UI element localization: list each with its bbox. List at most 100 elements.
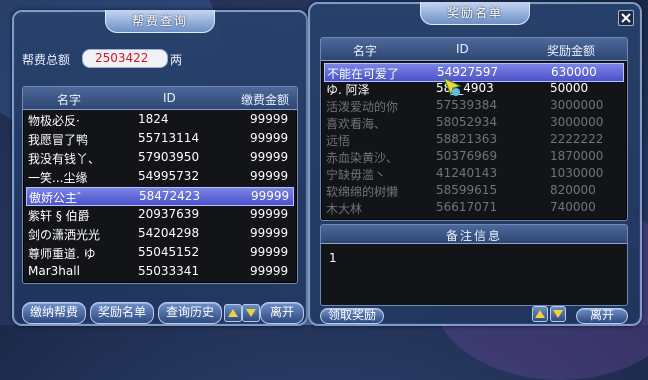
item-name: 软绵绵的树懒 — [326, 185, 399, 199]
item-amount: 99999 — [250, 264, 289, 278]
item-name: 尊师重道. ゆ — [28, 247, 96, 261]
list-item[interactable]: 傲娇公主゛ 58472423 99999 — [26, 187, 294, 206]
cursor-icon — [443, 76, 462, 97]
total-fee-value: 2503422 — [95, 51, 149, 65]
item-id: 58599615 — [436, 183, 498, 197]
item-amount: 3000000 — [550, 115, 604, 129]
item-id: 55033341 — [138, 264, 200, 278]
list-item[interactable]: 物极必反· 1824 99999 — [26, 111, 294, 128]
item-id: 41240143 — [436, 166, 498, 180]
column-header-name: 名字 — [353, 44, 378, 58]
item-amount: 3000000 — [550, 98, 604, 112]
column-header-name: 名字 — [57, 93, 82, 107]
list-item[interactable]: ゆ. 阿泽 58__4903 50000 — [324, 80, 624, 97]
notes-value: 1 — [329, 251, 337, 265]
list-item[interactable]: 我没有钱丫、 57903950 99999 — [26, 149, 294, 166]
item-amount: 99999 — [250, 207, 289, 221]
scroll-down-button[interactable] — [242, 304, 260, 322]
item-name: 物极必反· — [28, 114, 80, 128]
item-amount: 99999 — [251, 189, 290, 203]
item-name: ゆ. 阿泽 — [326, 83, 370, 97]
leave-button[interactable]: 离开 — [576, 308, 628, 324]
column-header-amount: 缴费金额 — [241, 93, 290, 107]
item-amount: 99999 — [250, 169, 289, 183]
item-amount: 820000 — [550, 183, 596, 197]
close-button[interactable] — [618, 10, 634, 26]
list-item[interactable]: 宁缺毋滥丶 41240143 1030000 — [324, 165, 624, 182]
arrow-down-icon — [246, 309, 256, 317]
fee-list[interactable]: 名字 ID 缴费金额 物极必反· 1824 99999 我愿冒了鸭 55713114 99… — [22, 86, 298, 284]
reward-list-header: 名字 ID 奖励金额 — [321, 38, 627, 61]
fee-query-title: 帮费查询 — [104, 10, 216, 33]
scroll-up-button[interactable] — [224, 304, 242, 322]
item-name: 远悟 — [326, 134, 351, 148]
history-button[interactable]: 查询历史 — [158, 302, 222, 324]
list-item[interactable]: 喜欢看海、 58052934 3000000 — [324, 114, 624, 131]
item-amount: 99999 — [250, 112, 289, 126]
reward-list-title: 奖励名单 — [419, 2, 531, 25]
item-name: Mar3hall — [28, 264, 80, 278]
list-item[interactable]: 尊师重道. ゆ 55045152 99999 — [26, 244, 294, 261]
total-fee-unit: 两 — [170, 53, 183, 67]
item-name: 紫轩 § 伯爵 — [28, 209, 90, 223]
leave-button[interactable]: 离开 — [260, 302, 304, 324]
item-amount: 630000 — [551, 65, 597, 79]
item-id: 58052934 — [436, 115, 498, 129]
close-icon — [621, 13, 631, 23]
arrow-down-icon — [553, 310, 563, 318]
item-name: 木大林 — [326, 202, 363, 216]
item-id: 57539384 — [436, 98, 498, 112]
list-item[interactable]: 剑の潇洒光光 54204298 99999 — [26, 225, 294, 242]
list-item[interactable]: 一笑...尘缘 54995732 99999 — [26, 168, 294, 185]
item-id: 50376969 — [436, 149, 498, 163]
item-name: 活泼爱动的你 — [326, 100, 399, 114]
item-amount: 99999 — [250, 131, 289, 145]
notes-box: 备注信息 1 — [320, 224, 628, 306]
list-item[interactable]: 木大林 56617071 740000 — [324, 199, 624, 216]
reward-list-panel: 奖励名单 名字 ID 奖励金额 不能在可爱了 54927597 630000 ゆ. 阿… — [308, 2, 642, 326]
item-name: 一笑...尘缘 — [28, 171, 88, 185]
list-item[interactable]: 远悟 58821363 2222222 — [324, 131, 624, 148]
item-name: 赤血染黄沙、 — [326, 151, 399, 165]
list-item[interactable]: 我愿冒了鸭 55713114 99999 — [26, 130, 294, 147]
arrow-up-icon — [535, 310, 545, 318]
item-amount: 99999 — [250, 226, 289, 240]
item-id: 1824 — [138, 112, 169, 126]
item-id: 54995732 — [138, 169, 200, 183]
fee-query-panel: 帮费查询 帮费总额 2503422 两 名字 ID 缴费金额 物极必反· 1824… — [12, 10, 308, 326]
fee-list-header: 名字 ID 缴费金额 — [23, 87, 297, 110]
item-amount: 99999 — [250, 245, 289, 259]
item-id: 57903950 — [138, 150, 200, 164]
scroll-down-button[interactable] — [550, 306, 566, 322]
item-id: 54204298 — [138, 226, 200, 240]
list-item[interactable]: 活泼爱动的你 57539384 3000000 — [324, 97, 624, 114]
total-fee-field: 2503422 — [82, 49, 168, 68]
item-id: 58821363 — [436, 132, 498, 146]
item-amount: 2222222 — [550, 132, 604, 146]
column-header-id: ID — [163, 91, 176, 105]
item-name: 喜欢看海、 — [326, 117, 387, 131]
pay-fee-button[interactable]: 缴纳帮费 — [22, 302, 86, 324]
item-name: 我愿冒了鸭 — [28, 133, 89, 147]
item-id: 56617071 — [436, 200, 498, 214]
list-item[interactable]: 紫轩 § 伯爵 20937639 99999 — [26, 206, 294, 223]
item-id: 20937639 — [138, 207, 200, 221]
reward-list-button[interactable]: 奖励名单 — [90, 302, 154, 324]
scroll-up-button[interactable] — [532, 306, 548, 322]
item-name: 宁缺毋滥丶 — [326, 168, 387, 182]
list-item[interactable]: 软绵绵的树懒 58599615 820000 — [324, 182, 624, 199]
claim-reward-button[interactable]: 领取奖励 — [320, 308, 384, 324]
notes-header: 备注信息 — [321, 225, 627, 244]
column-header-reward: 奖励金额 — [547, 44, 596, 58]
item-name: 傲娇公主゛ — [29, 191, 90, 205]
reward-list[interactable]: 名字 ID 奖励金额 不能在可爱了 54927597 630000 ゆ. 阿泽 58__… — [320, 37, 628, 221]
arrow-up-icon — [228, 309, 238, 317]
item-amount: 1030000 — [550, 166, 604, 180]
item-name: 我没有钱丫、 — [28, 152, 101, 166]
notes-label: 备注信息 — [445, 229, 502, 243]
list-item[interactable]: Mar3hall 55033341 99999 — [26, 263, 294, 280]
list-item[interactable]: 赤血染黄沙、 50376969 1870000 — [324, 148, 624, 165]
item-name: 剑の潇洒光光 — [28, 228, 101, 242]
item-id: 55045152 — [138, 245, 200, 259]
item-amount: 1870000 — [550, 149, 604, 163]
